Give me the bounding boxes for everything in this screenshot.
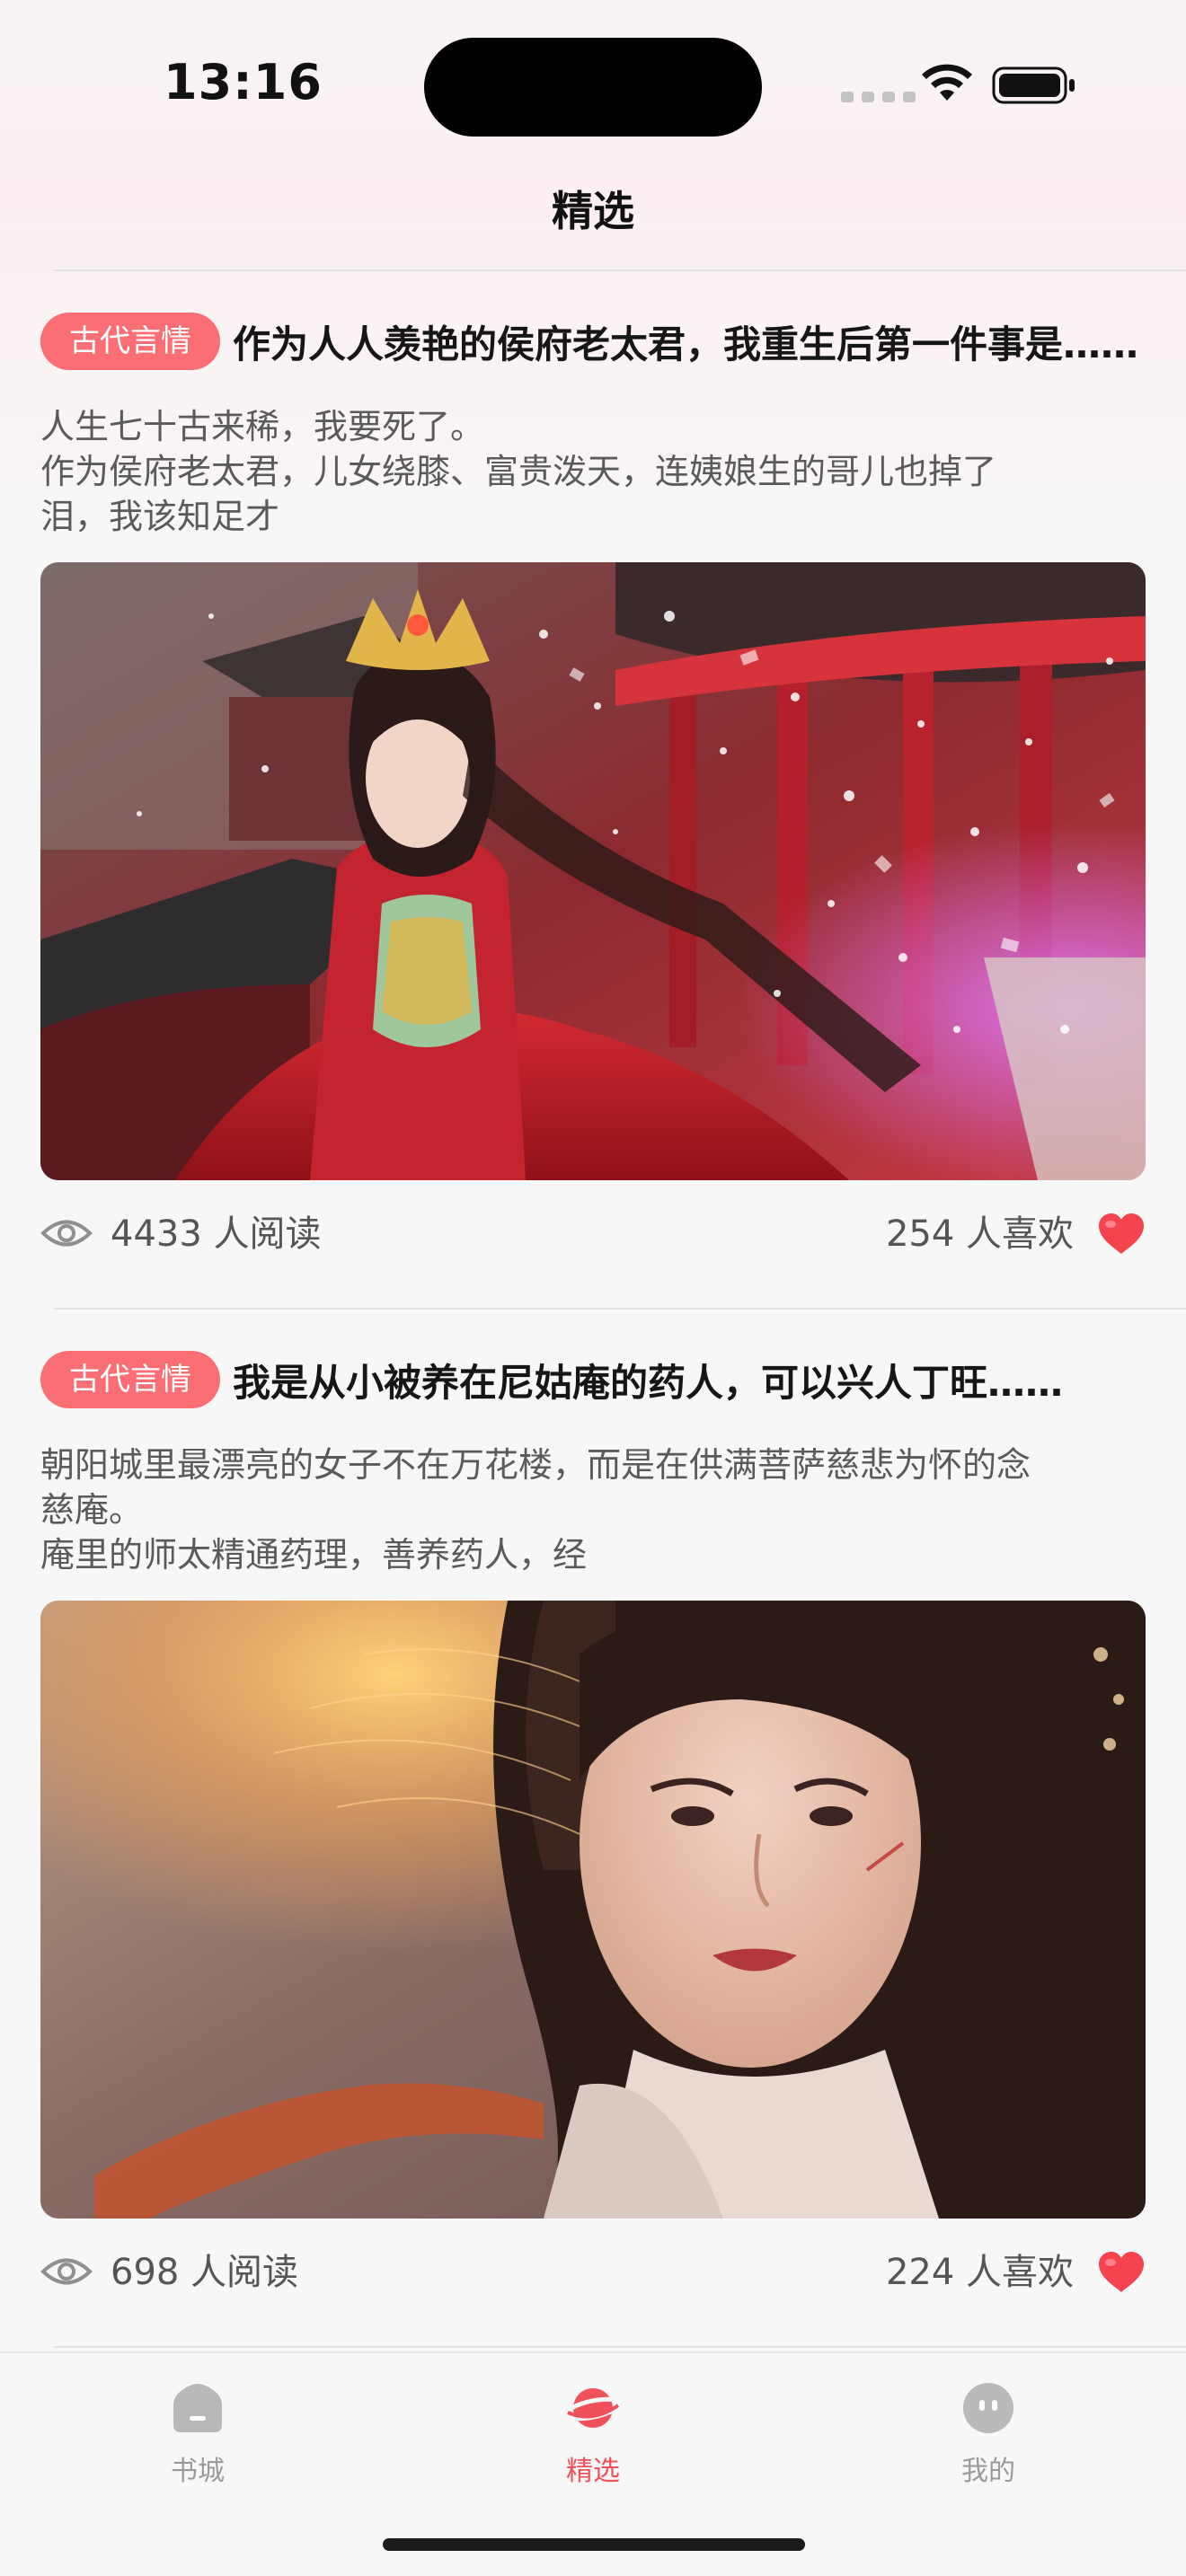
- planet-icon: [565, 2388, 621, 2428]
- cover-illustration-sunset-portrait: [40, 1601, 1146, 2219]
- app-screen: 13:16 精选 古代言情 作为人人羡艳的侯府老太君，我重生后第一件事是…… 人…: [0, 0, 1186, 2576]
- eye-icon: [40, 1220, 93, 1247]
- like-count: 224 人喜欢: [885, 2252, 1074, 2293]
- summary-line: 朝阳城里最漂亮的女子不在万花楼，而是在供满菩萨慈悲为怀的念: [40, 1445, 1031, 1485]
- tab-label: 精选: [566, 2456, 620, 2487]
- story-card[interactable]: 古代言情 我是从小被养在尼姑庵的药人，可以兴人丁旺…… 朝阳城里最漂亮的女子不在…: [0, 1310, 1186, 2348]
- card-divider: [54, 2346, 1186, 2348]
- dynamic-island: [424, 38, 762, 137]
- story-summary: 朝阳城里最漂亮的女子不在万花楼，而是在供满菩萨慈悲为怀的念 慈庵。 庵里的师太精…: [40, 1442, 1146, 1577]
- read-count: 4433 人阅读: [111, 1213, 322, 1255]
- summary-line: 人生七十古来稀，我要死了。: [40, 407, 485, 446]
- like-count: 254 人喜欢: [885, 1213, 1074, 1255]
- bookstore-icon: [173, 2384, 222, 2432]
- tab-featured[interactable]: 精选: [503, 2380, 683, 2488]
- heart-icon[interactable]: [1097, 1213, 1146, 1256]
- story-card-header: 古代言情 我是从小被养在尼姑庵的药人，可以兴人丁旺……: [40, 1351, 1146, 1408]
- summary-line: 作为侯府老太君，儿女绕膝、富贵泼天，连姨娘生的哥儿也掉了: [40, 452, 997, 491]
- tab-label: 书城: [171, 2456, 225, 2487]
- heart-icon[interactable]: [1097, 2251, 1146, 2294]
- summary-line: 泪，我该知足才: [40, 497, 280, 536]
- navigation-header: 精选: [0, 171, 1186, 269]
- tab-bookstore[interactable]: 书城: [108, 2380, 288, 2488]
- status-time: 13:16: [164, 54, 323, 110]
- cover-illustration-palace-bride: [40, 562, 1146, 1180]
- genre-tag[interactable]: 古代言情: [40, 1351, 220, 1408]
- tab-profile[interactable]: 我的: [898, 2380, 1078, 2488]
- profile-face-icon: [963, 2383, 1013, 2433]
- story-card-header: 古代言情 作为人人羡艳的侯府老太君，我重生后第一件事是……: [40, 313, 1146, 370]
- read-count: 698 人阅读: [111, 2252, 299, 2293]
- genre-tag[interactable]: 古代言情: [40, 313, 220, 370]
- story-card[interactable]: 古代言情 作为人人羡艳的侯府老太君，我重生后第一件事是…… 人生七十古来稀，我要…: [0, 271, 1186, 1310]
- story-title[interactable]: 作为人人羡艳的侯府老太君，我重生后第一件事是……: [233, 314, 1146, 369]
- story-cover-image[interactable]: [40, 1601, 1146, 2219]
- story-cover-image[interactable]: [40, 562, 1146, 1180]
- status-bar: 13:16: [0, 0, 1186, 171]
- home-indicator[interactable]: [383, 2538, 805, 2551]
- summary-line: 庵里的师太精通药理，善养药人，经: [40, 1535, 588, 1575]
- wifi-icon: [922, 64, 972, 101]
- eye-icon: [40, 2258, 93, 2285]
- battery-icon: [992, 66, 1075, 104]
- cellular-signal-icon: [841, 92, 916, 102]
- page-title: 精选: [552, 187, 634, 235]
- story-stats: 4433 人阅读 254 人喜欢: [40, 1198, 1146, 1270]
- tab-label: 我的: [961, 2456, 1015, 2487]
- story-stats: 698 人阅读 224 人喜欢: [40, 2236, 1146, 2308]
- summary-line: 慈庵。: [40, 1490, 144, 1530]
- featured-feed[interactable]: 古代言情 作为人人羡艳的侯府老太君，我重生后第一件事是…… 人生七十古来稀，我要…: [0, 271, 1186, 2348]
- story-title[interactable]: 我是从小被养在尼姑庵的药人，可以兴人丁旺……: [233, 1353, 1146, 1407]
- story-summary: 人生七十古来稀，我要死了。 作为侯府老太君，儿女绕膝、富贵泼天，连姨娘生的哥儿也…: [40, 404, 1146, 539]
